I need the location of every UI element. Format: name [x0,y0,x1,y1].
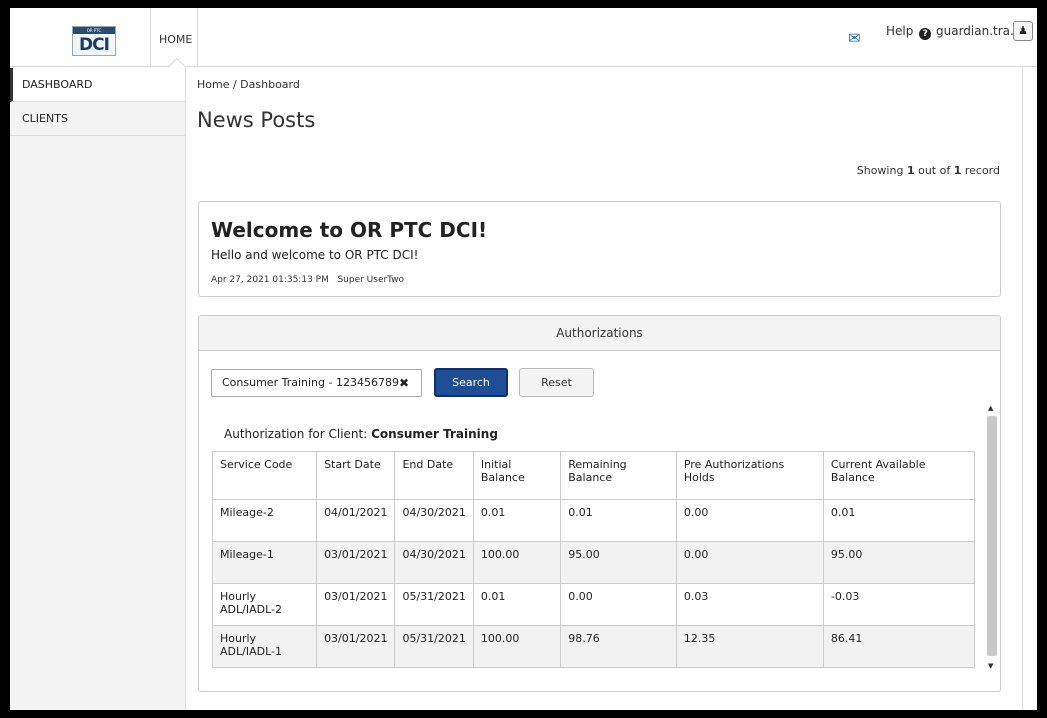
column-header: Initial Balance [472,451,562,500]
table-cell: 95.00 [560,541,677,584]
table-row: Hourly ADL/IADL-2 03/01/2021 05/31/2021 … [211,583,976,626]
table-cell: 100.00 [472,625,562,668]
record-count-shown: 1 [906,164,915,177]
table-cell: 86.41 [822,625,976,668]
table-cell: 0.03 [675,583,824,626]
table-cell: 0.01 [560,499,677,542]
table-cell: 98.76 [560,625,677,668]
authorization-client-heading: Authorization for Client: Consumer Train… [224,427,498,441]
record-count-suffix: record [961,164,1000,177]
search-button[interactable]: Search [434,368,508,397]
column-header: Pre Authorizations Holds [675,451,824,500]
logo-text: DCI [79,35,110,55]
main-content: Home / Dashboard News Posts Showing 1 ou… [187,68,1022,710]
table-cell: 0.01 [472,499,562,542]
help-icon: ? [919,28,932,40]
table-cell: Hourly ADL/IADL-2 [211,583,318,626]
clear-icon[interactable]: ✖ [399,370,409,396]
authorizations-panel-title: Authorizations [199,316,1000,351]
table-cell: -0.03 [822,583,976,626]
table-row: Mileage-2 04/01/2021 04/30/2021 0.01 0.0… [211,499,976,542]
table-cell: 100.00 [472,541,562,584]
table-cell: 0.01 [822,499,976,542]
help-link[interactable]: Help ? [886,24,932,40]
top-bar: OR PTC DCI HOME ✉ Help ? guardian.tra...… [10,8,1037,67]
authorization-client-name: Consumer Training [371,427,498,441]
page-right-gutter [1022,68,1037,710]
home-tab-caret [169,59,185,67]
sidebar-item-clients[interactable]: CLIENTS [10,102,185,136]
table-cell: 04/01/2021 [316,499,396,542]
logo-top-text: OR PTC [86,28,102,33]
column-header: Remaining Balance [560,451,677,500]
app-window: OR PTC DCI HOME ✉ Help ? guardian.tra...… [10,8,1037,710]
home-tab-label: HOME [159,33,193,46]
record-count-mid: out of [914,164,954,177]
table-cell: 03/01/2021 [316,541,396,584]
table-cell: 95.00 [822,541,976,584]
column-header: Service Code [211,451,318,500]
reset-button[interactable]: Reset [519,368,594,397]
dci-logo[interactable]: OR PTC DCI [72,26,116,56]
table-cell: 0.00 [560,583,677,626]
column-header: Start Date [316,451,396,500]
news-post-title: Welcome to OR PTC DCI! [211,218,488,242]
table-cell: 05/31/2021 [394,625,474,668]
table-header-row: Service Code Start Date End Date Initial… [211,451,976,500]
authorizations-panel: Authorizations Consumer Training - 12345… [198,315,1001,692]
scrollbar-thumb[interactable] [987,416,997,656]
authorization-client-prefix: Authorization for Client: [224,427,372,441]
table-cell: 04/30/2021 [394,541,474,584]
user-icon[interactable]: ♟ [1013,21,1033,41]
client-search-input[interactable]: Consumer Training - 123456789 ✖ [211,369,422,397]
table-cell: 05/31/2021 [394,583,474,626]
news-post-date: Apr 27, 2021 01:35:13 PM [211,275,329,285]
mail-icon[interactable]: ✉ [848,29,861,47]
table-cell: 0.00 [675,499,824,542]
sidebar-item-dashboard[interactable]: DASHBOARD [10,68,185,102]
scroll-up-icon[interactable]: ▲ [988,404,993,412]
column-header: End Date [394,451,474,500]
record-count-prefix: Showing [856,164,907,177]
table-cell: 12.35 [675,625,824,668]
table-row: Hourly ADL/IADL-1 03/01/2021 05/31/2021 … [211,625,976,668]
table-cell: Mileage-2 [211,499,318,542]
news-post-meta: Apr 27, 2021 01:35:13 PM Super UserTwo [211,275,404,285]
table-cell: 03/01/2021 [316,625,396,668]
table-cell: 0.00 [675,541,824,584]
news-post-body: Hello and welcome to OR PTC DCI! [211,248,419,262]
column-header: Current Available Balance [822,451,976,500]
logo-area: OR PTC DCI [10,8,150,67]
authorizations-table: Service Code Start Date End Date Initial… [211,451,976,668]
client-search-value: Consumer Training - 123456789 [222,376,399,389]
breadcrumb: Home / Dashboard [197,78,300,91]
table-cell: 03/01/2021 [316,583,396,626]
scroll-down-icon[interactable]: ▼ [988,662,993,670]
user-name[interactable]: guardian.tra... [936,24,1021,38]
home-tab[interactable]: HOME [150,8,198,67]
table-scrollbar[interactable]: ▲ ▼ [985,404,999,676]
table-cell: Hourly ADL/IADL-1 [211,625,318,668]
news-post-card: Welcome to OR PTC DCI! Hello and welcome… [198,201,1001,297]
sidebar: DASHBOARD CLIENTS [10,68,186,710]
news-post-author: Super UserTwo [337,275,405,285]
record-count: Showing 1 out of 1 record [857,164,1000,177]
page-title: News Posts [197,108,316,132]
table-cell: 0.01 [472,583,562,626]
table-cell: Mileage-1 [211,541,318,584]
table-row: Mileage-1 03/01/2021 04/30/2021 100.00 9… [211,541,976,584]
table-cell: 04/30/2021 [394,499,474,542]
help-label: Help [886,24,914,38]
